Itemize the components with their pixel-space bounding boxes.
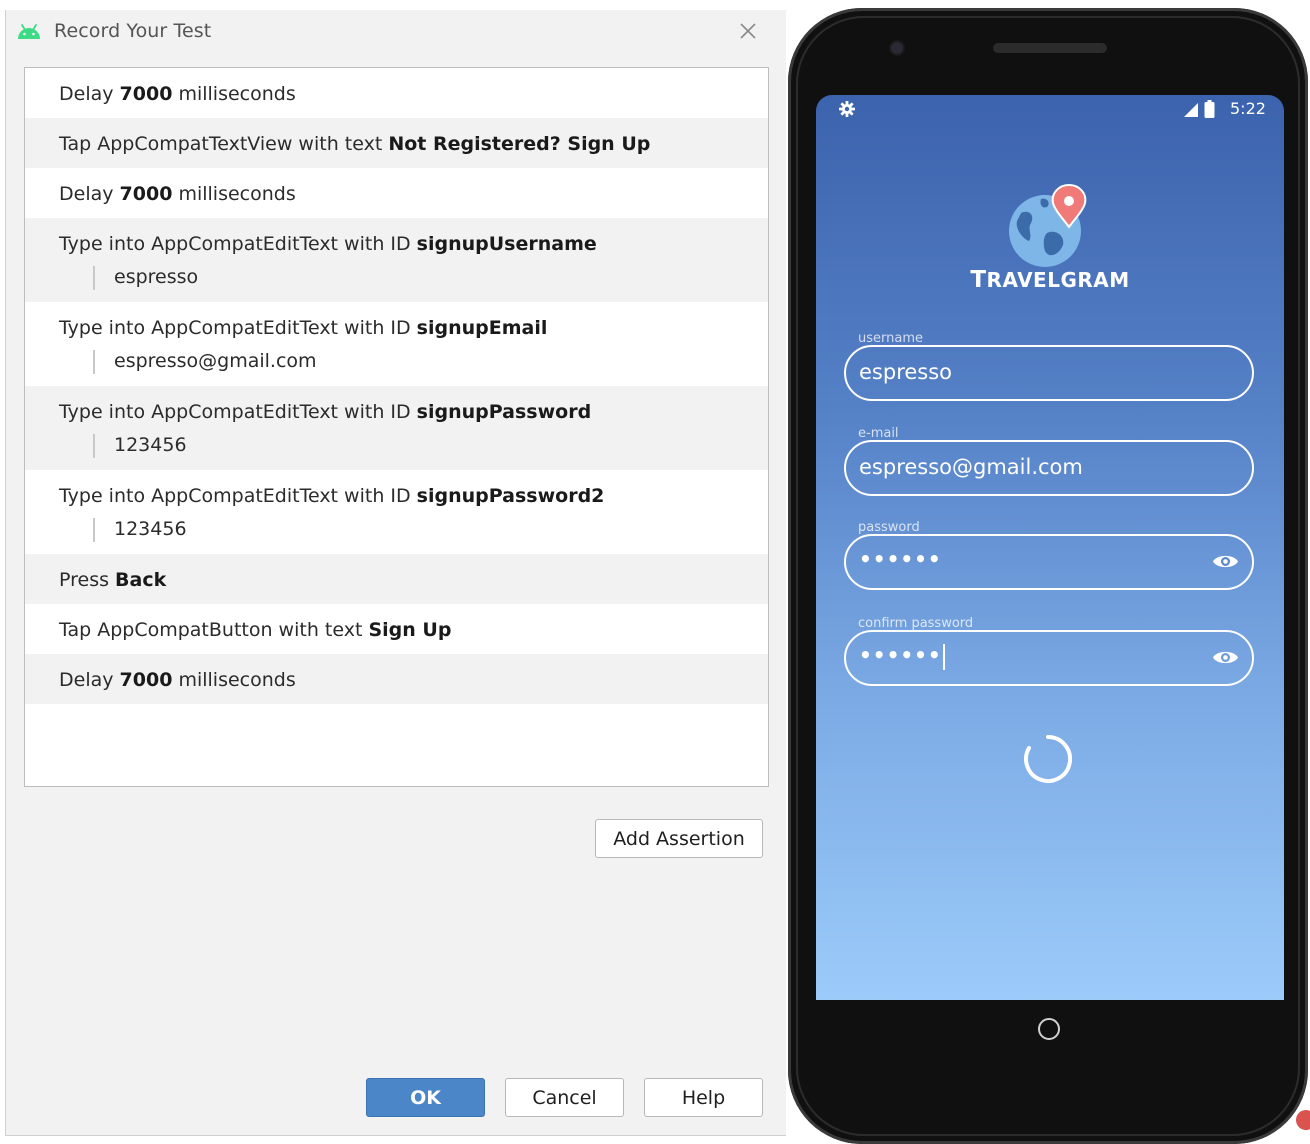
username-field[interactable]: espresso: [844, 345, 1254, 401]
eye-icon[interactable]: [1212, 552, 1239, 571]
signal-icon: [1184, 103, 1198, 117]
email-value: espresso@gmail.com: [859, 455, 1083, 479]
username-value: espresso: [859, 360, 953, 384]
phone-screen: 5:22 TRAVELGRAM username espresso e-mail…: [816, 95, 1284, 1000]
dialog-title: Record Your Test: [54, 20, 212, 42]
emulator-phone: 5:22 TRAVELGRAM username espresso e-mail…: [788, 8, 1308, 1144]
dialog-titlebar: Record Your Test: [6, 10, 787, 54]
recorded-steps-list: Delay 7000 milliseconds Tap AppCompatTex…: [24, 67, 769, 787]
status-bar: 5:22: [816, 95, 1284, 125]
app-brand-title: TRAVELGRAM: [970, 267, 1130, 293]
list-item[interactable]: Delay 7000 milliseconds: [25, 68, 768, 118]
earpiece-speaker: [993, 43, 1107, 53]
globe-logo-icon: [1009, 183, 1087, 267]
list-item[interactable]: Tap AppCompatTextView with text Not Regi…: [25, 118, 768, 168]
front-camera: [889, 40, 905, 56]
notification-badge-icon: [1296, 1110, 1310, 1130]
typed-value: espresso@gmail.com: [93, 350, 317, 374]
confirm-password-value: ••••••: [859, 643, 942, 667]
add-assertion-button[interactable]: Add Assertion: [595, 819, 763, 858]
password-value: ••••••: [859, 547, 942, 571]
status-clock: 5:22: [1230, 99, 1266, 118]
typed-value: 123456: [93, 434, 187, 458]
list-item[interactable]: Tap AppCompatButton with text Sign Up: [25, 604, 768, 654]
list-item[interactable]: Type into AppCompatEditText with ID sign…: [25, 218, 768, 302]
username-label: username: [858, 331, 923, 346]
password-field[interactable]: ••••••: [844, 534, 1254, 590]
cancel-button[interactable]: Cancel: [505, 1078, 624, 1117]
text-cursor: [942, 643, 945, 670]
ok-button[interactable]: OK: [366, 1078, 485, 1117]
eye-icon[interactable]: [1212, 648, 1239, 667]
confirm-password-field[interactable]: ••••••: [844, 630, 1254, 686]
gear-icon: [839, 101, 855, 117]
list-item[interactable]: Type into AppCompatEditText with ID sign…: [25, 302, 768, 386]
typed-value: 123456: [93, 518, 187, 542]
loading-spinner-icon: [1024, 735, 1073, 783]
list-item[interactable]: Type into AppCompatEditText with ID sign…: [25, 470, 768, 554]
android-icon: [18, 24, 40, 39]
password-label: password: [858, 520, 920, 535]
home-button-icon[interactable]: [1038, 1018, 1060, 1040]
typed-value: espresso: [93, 266, 198, 290]
list-item[interactable]: Delay 7000 milliseconds: [25, 168, 768, 218]
confirm-password-label: confirm password: [858, 616, 974, 631]
record-test-dialog: Record Your Test Delay 7000 milliseconds…: [5, 10, 786, 1136]
help-button[interactable]: Help: [644, 1078, 763, 1117]
list-item[interactable]: Type into AppCompatEditText with ID sign…: [25, 386, 768, 470]
list-item[interactable]: Press Back: [25, 554, 768, 604]
close-icon[interactable]: [735, 18, 761, 44]
battery-icon: [1204, 100, 1215, 118]
email-label: e-mail: [858, 426, 899, 441]
list-item[interactable]: Delay 7000 milliseconds: [25, 654, 768, 704]
email-field[interactable]: espresso@gmail.com: [844, 440, 1254, 496]
